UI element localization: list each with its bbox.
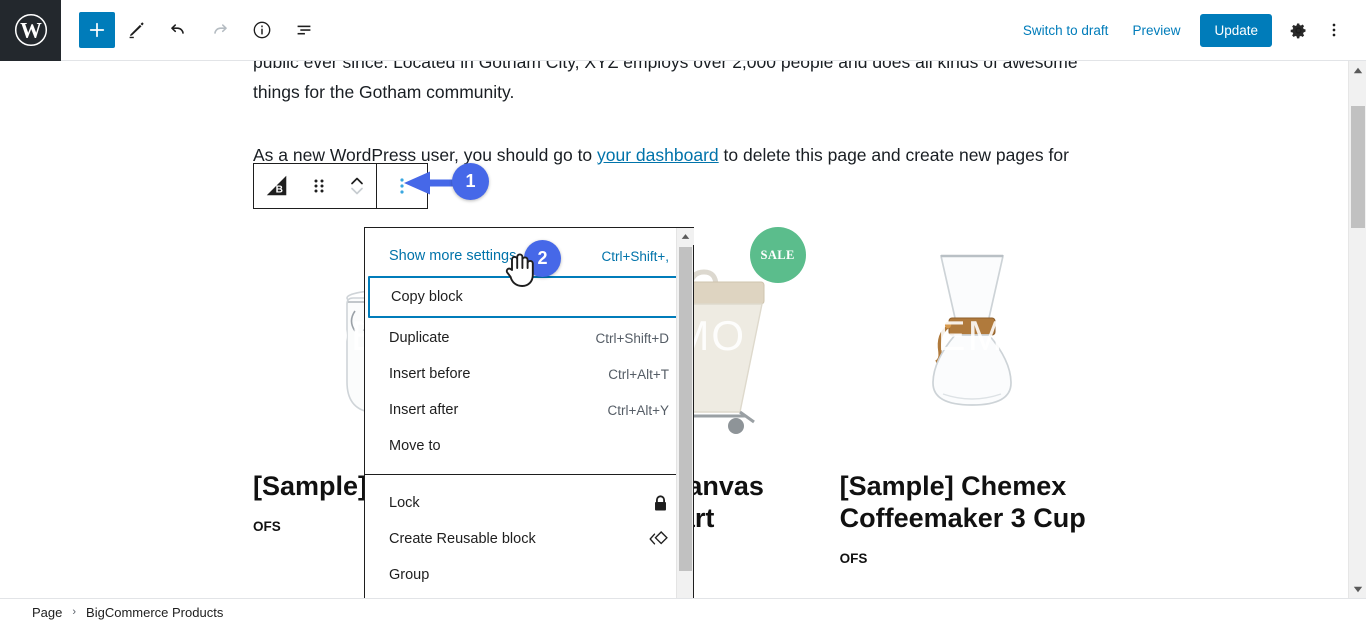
page-scroll-down-arrow-icon[interactable] — [1349, 580, 1366, 598]
details-button[interactable] — [241, 9, 283, 51]
menu-item-lock[interactable]: Lock — [365, 485, 693, 521]
menu-item-shortcut: Ctrl+Shift+D — [595, 330, 669, 346]
top-bar-left-tools — [61, 9, 325, 51]
add-block-button[interactable] — [79, 12, 115, 48]
top-bar-right-actions: Switch to draft Preview Update — [1011, 12, 1366, 48]
breadcrumb-separator-icon: › — [72, 606, 77, 618]
paragraph-2-text-after: to delete this page and create new pages… — [718, 145, 1069, 165]
block-menu-scrollbar-thumb[interactable] — [679, 247, 692, 571]
menu-item-label: Insert before — [389, 366, 471, 382]
page-scrollbar[interactable] — [1348, 61, 1366, 598]
product-image: DEMO — [840, 221, 1105, 451]
update-button[interactable]: Update — [1200, 13, 1272, 47]
menu-item-shortcut: Ctrl+Alt+Y — [607, 402, 669, 418]
editor-top-bar: W Switch to draft Preview Update — [0, 0, 1366, 61]
breadcrumb-item-page[interactable]: Page — [26, 605, 68, 620]
product-card[interactable]: DEMO [Sample] Chemex Coffeemaker 3 Cup O… — [840, 221, 1133, 598]
reusable-block-icon — [649, 530, 669, 548]
undo-button[interactable] — [157, 9, 199, 51]
svg-text:B: B — [276, 185, 283, 196]
switch-to-draft-button[interactable]: Switch to draft — [1011, 15, 1121, 46]
bigcommerce-block-icon[interactable]: B — [254, 164, 300, 208]
edit-tool-button[interactable] — [115, 9, 157, 51]
menu-item-duplicate[interactable]: Duplicate Ctrl+Shift+D — [365, 320, 693, 356]
menu-item-label: Move to — [389, 438, 441, 454]
product-title[interactable]: [Sample] Chemex Coffeemaker 3 Cup — [840, 471, 1105, 535]
menu-item-create-reusable-block[interactable]: Create Reusable block — [365, 521, 693, 557]
hand-cursor-icon — [505, 253, 534, 287]
list-view-button[interactable] — [283, 9, 325, 51]
block-menu-group: Lock Create Reusable block Group — [365, 475, 693, 603]
page-scrollbar-thumb[interactable] — [1351, 106, 1365, 228]
annotation-badge-1: 1 — [452, 163, 489, 200]
drag-dots-icon[interactable] — [300, 164, 338, 208]
wordpress-logo-icon[interactable]: W — [0, 0, 61, 61]
dashboard-link[interactable]: your dashboard — [597, 145, 719, 165]
breadcrumb-item-block[interactable]: BigCommerce Products — [80, 605, 229, 620]
menu-item-label: Insert after — [389, 402, 459, 418]
paragraph-2-text-before: As a new WordPress user, you should go t… — [253, 145, 598, 165]
block-toolbar-main-group: B — [254, 164, 376, 208]
menu-item-move-to[interactable]: Move to — [365, 428, 693, 464]
chevron-up-down-icon[interactable] — [338, 164, 376, 208]
menu-item-label: Duplicate — [389, 330, 450, 346]
breadcrumb: Page › BigCommerce Products — [0, 598, 1366, 625]
three-dots-vertical-icon[interactable] — [1316, 12, 1352, 48]
menu-item-shortcut: Ctrl+Alt+T — [608, 366, 669, 382]
menu-item-insert-after[interactable]: Insert after Ctrl+Alt+Y — [365, 392, 693, 428]
gear-icon[interactable] — [1280, 12, 1316, 48]
menu-item-label: Copy block — [391, 289, 463, 305]
menu-item-label: Group — [389, 567, 430, 583]
scroll-up-arrow-icon[interactable] — [677, 228, 694, 245]
menu-item-label: Create Reusable block — [389, 531, 536, 547]
lock-icon — [652, 494, 669, 513]
paragraph-block-1[interactable]: public ever since. Located in Gotham Cit… — [253, 61, 1093, 107]
preview-button[interactable]: Preview — [1120, 15, 1192, 46]
sale-badge: SALE — [749, 227, 806, 283]
menu-item-shortcut: Ctrl+Shift+, — [601, 248, 669, 264]
redo-button[interactable] — [199, 9, 241, 51]
product-meta: OFS — [839, 550, 868, 566]
menu-item-insert-before[interactable]: Insert before Ctrl+Alt+T — [365, 356, 693, 392]
block-menu-scrollbar[interactable] — [676, 228, 694, 624]
menu-item-label: Lock — [389, 495, 420, 511]
menu-item-group[interactable]: Group — [365, 557, 693, 593]
block-toolbar: B — [253, 163, 428, 209]
svg-text:W: W — [20, 19, 42, 43]
page-scroll-up-arrow-icon[interactable] — [1349, 61, 1366, 79]
